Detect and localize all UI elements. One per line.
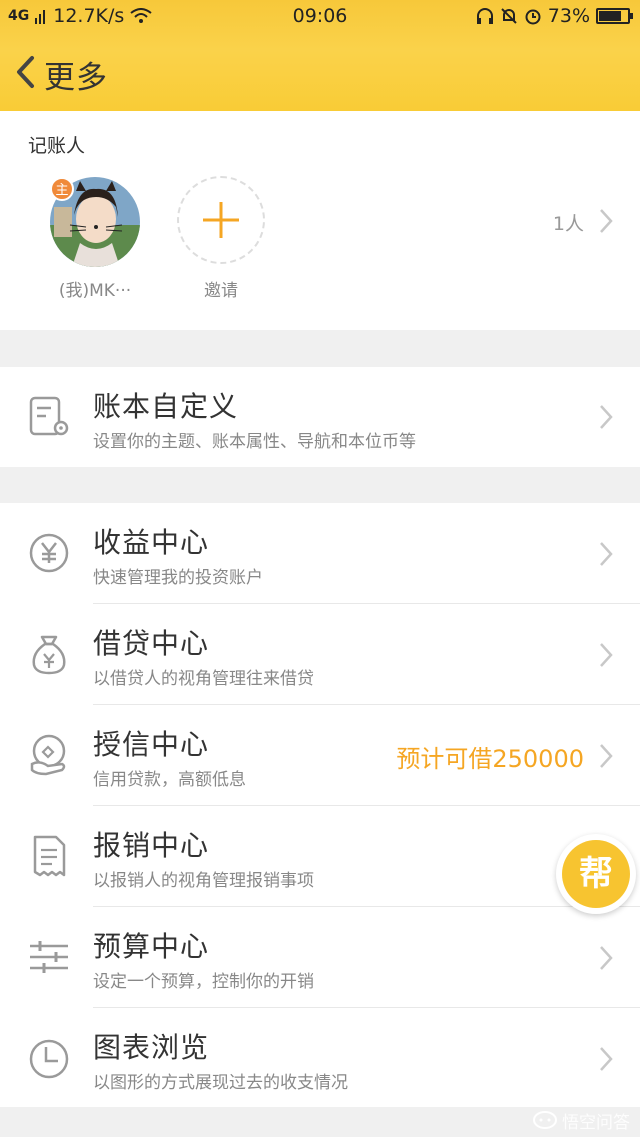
silent-bell-icon: [501, 8, 517, 24]
receipt-icon: [33, 835, 66, 877]
item-title: 授信中心: [93, 728, 210, 761]
item-title: 借贷中心: [93, 627, 210, 660]
chevron-right-icon: [600, 405, 613, 429]
item-title: 报销中心: [93, 829, 210, 862]
headset-icon: [476, 8, 493, 24]
item-subtitle: 以报销人的视角管理报销事项: [93, 871, 314, 891]
chevron-right-icon: [600, 744, 613, 768]
watermark: 悟空问答: [532, 1108, 630, 1133]
centers-section: 收益中心 快速管理我的投资账户 借贷中心 以借贷人的视角管理往来借贷 授信中心 …: [0, 503, 640, 1107]
recorders-label: 记账人: [28, 135, 86, 157]
help-label: 帮: [562, 840, 630, 908]
chevron-right-icon: [600, 1047, 613, 1071]
list-item-credit[interactable]: 授信中心 信用贷款，高额低息 预计可借250000: [0, 705, 640, 806]
sliders-icon: [30, 941, 68, 973]
money-bag-icon: [32, 635, 66, 675]
page-title: 更多: [44, 60, 108, 96]
custom-section: 账本自定义 设置你的主题、账本属性、导航和本位币等: [0, 367, 640, 467]
chevron-right-icon: [600, 542, 613, 566]
list-item-custom[interactable]: 账本自定义 设置你的主题、账本属性、导航和本位币等: [0, 367, 640, 467]
item-title: 图表浏览: [93, 1031, 210, 1064]
item-subtitle: 信用贷款，高额低息: [93, 770, 246, 790]
battery-percent: 73%: [547, 5, 590, 27]
help-button[interactable]: 帮: [556, 834, 636, 914]
chevron-right-icon: [600, 643, 613, 667]
settings-book-icon: [29, 396, 69, 436]
watermark-text: 悟空问答: [562, 1113, 630, 1133]
plus-icon: [203, 202, 239, 238]
nav-bar: 更多: [0, 48, 640, 98]
credit-promo: 预计可借250000: [396, 745, 584, 773]
item-title: 预算中心: [93, 930, 210, 963]
item-subtitle: 以图形的方式展现过去的收支情况: [93, 1073, 348, 1093]
alarm-icon: [525, 9, 541, 25]
list-item-reimburse[interactable]: 报销中心 以报销人的视角管理报销事项: [0, 806, 640, 907]
owner-badge: 主: [50, 177, 74, 201]
invite-label: 邀请: [204, 281, 238, 301]
back-arrow-icon[interactable]: [10, 52, 44, 92]
member-name: (我)MK···: [58, 281, 132, 301]
item-subtitle: 以借贷人的视角管理往来借贷: [93, 669, 314, 689]
item-title: 收益中心: [93, 526, 210, 559]
recorders-section: 记账人 主 (我)MK··· 邀请 1人: [0, 111, 640, 330]
custom-subtitle: 设置你的主题、账本属性、导航和本位币等: [93, 432, 416, 452]
credit-hand-icon: [30, 734, 66, 776]
chevron-right-icon[interactable]: [598, 207, 614, 235]
list-item-income[interactable]: 收益中心 快速管理我的投资账户: [0, 503, 640, 604]
item-subtitle: 设定一个预算，控制你的开销: [93, 972, 314, 992]
invite-button[interactable]: [177, 176, 265, 264]
list-item-charts[interactable]: 图表浏览 以图形的方式展现过去的收支情况: [0, 1008, 640, 1107]
chevron-right-icon: [600, 946, 613, 970]
clock-chart-icon: [29, 1039, 69, 1079]
item-subtitle: 快速管理我的投资账户: [93, 568, 263, 588]
list-item-budget[interactable]: 预算中心 设定一个预算，控制你的开销: [0, 907, 640, 1008]
member-count[interactable]: 1人: [553, 209, 584, 236]
battery-icon: [596, 8, 633, 24]
header-bar: 4G 12.7K/s 09:06 73% 更多: [0, 0, 640, 111]
yuan-circle-icon: [29, 533, 69, 573]
status-bar: 4G 12.7K/s 09:06 73%: [0, 0, 640, 34]
chat-bubble-icon: [533, 1110, 557, 1129]
list-item-loan[interactable]: 借贷中心 以借贷人的视角管理往来借贷: [0, 604, 640, 705]
custom-title: 账本自定义: [93, 390, 239, 423]
